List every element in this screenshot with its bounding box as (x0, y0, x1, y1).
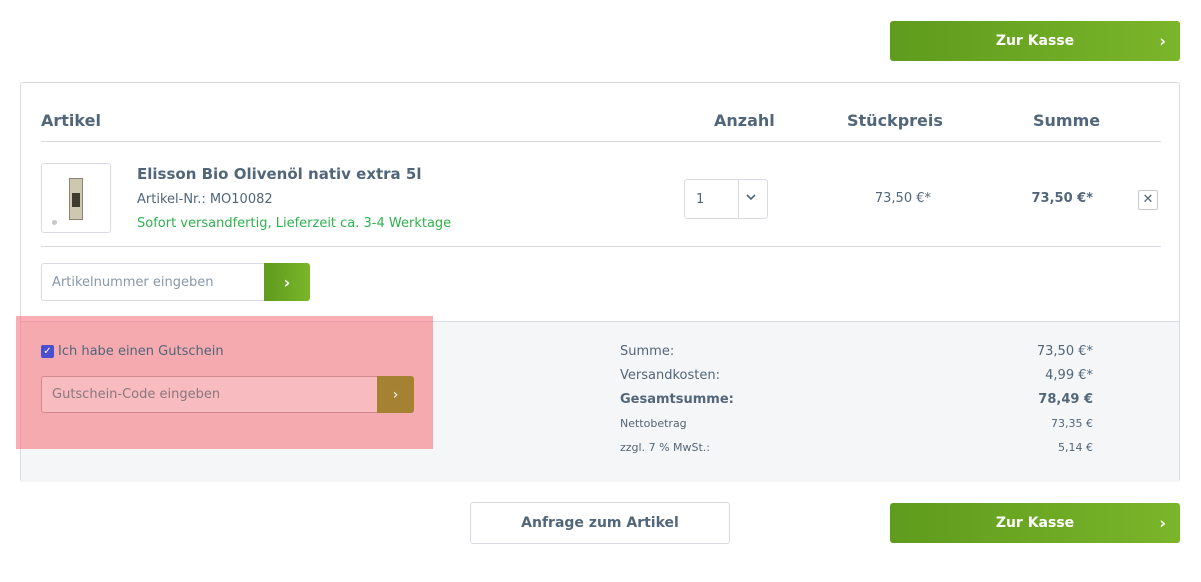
article-request-label: Anfrage zum Artikel (521, 515, 679, 531)
checkout-label: Zur Kasse (995, 33, 1075, 49)
sum-value: 73,50 €* (1036, 344, 1093, 359)
vat-value: 5,14 € (1058, 441, 1093, 454)
unit-price: 73,50 €* (874, 191, 931, 206)
thumbnail-dot (52, 220, 57, 225)
net-value: 73,35 € (1051, 417, 1093, 430)
row-divider (41, 246, 1161, 247)
add-article-button[interactable]: › (264, 263, 310, 301)
checkout-button-top[interactable]: Zur Kasse › (890, 21, 1180, 61)
sum-label: Summe: (620, 344, 675, 359)
voucher-code-input[interactable] (41, 376, 378, 413)
vat-label: zzgl. 7 % MwSt.: (620, 441, 711, 454)
quantity-divider (738, 180, 739, 218)
product-name-link[interactable]: Elisson Bio Olivenöl nativ extra 5l (137, 165, 421, 183)
voucher-label[interactable]: Ich habe einen Gutschein (58, 344, 224, 359)
chevron-down-icon (746, 190, 756, 207)
grand-total-label: Gesamtsumme: (620, 392, 734, 407)
chevron-right-icon: › (283, 272, 291, 292)
article-request-button[interactable]: Anfrage zum Artikel (470, 502, 730, 544)
header-divider (41, 141, 1161, 142)
header-total: Summe (1033, 111, 1101, 130)
quantity-value: 1 (696, 192, 705, 207)
quantity-select[interactable]: 1 (684, 179, 768, 219)
close-icon: ✕ (1142, 192, 1154, 207)
shipping-label: Versandkosten: (620, 368, 720, 383)
redeem-voucher-button[interactable]: › (377, 376, 414, 413)
product-article-number: Artikel-Nr.: MO10082 (137, 192, 273, 207)
grand-total-value: 78,49 € (1038, 392, 1093, 407)
checkout-button-bottom[interactable]: Zur Kasse › (890, 503, 1180, 543)
voucher-checkbox[interactable]: ✓ (41, 345, 54, 358)
delivery-status: Sofort versandfertig, Lieferzeit ca. 3-4… (137, 216, 452, 231)
header-quantity: Anzahl (714, 111, 775, 130)
chevron-right-icon: › (392, 386, 399, 403)
chevron-right-icon: › (1159, 513, 1166, 533)
product-thumbnail[interactable] (41, 163, 111, 233)
line-total: 73,50 €* (1031, 191, 1094, 206)
chevron-right-icon: › (1159, 31, 1166, 51)
shipping-value: 4,99 €* (1045, 368, 1093, 383)
net-label: Nettobetrag (620, 417, 687, 430)
checkout-label: Zur Kasse (995, 515, 1075, 531)
header-unit-price: Stückpreis (847, 111, 943, 130)
article-number-input[interactable] (41, 263, 265, 301)
header-article: Artikel (41, 111, 101, 130)
remove-item-button[interactable]: ✕ (1138, 190, 1158, 210)
olive-oil-bottle-image (69, 178, 83, 220)
